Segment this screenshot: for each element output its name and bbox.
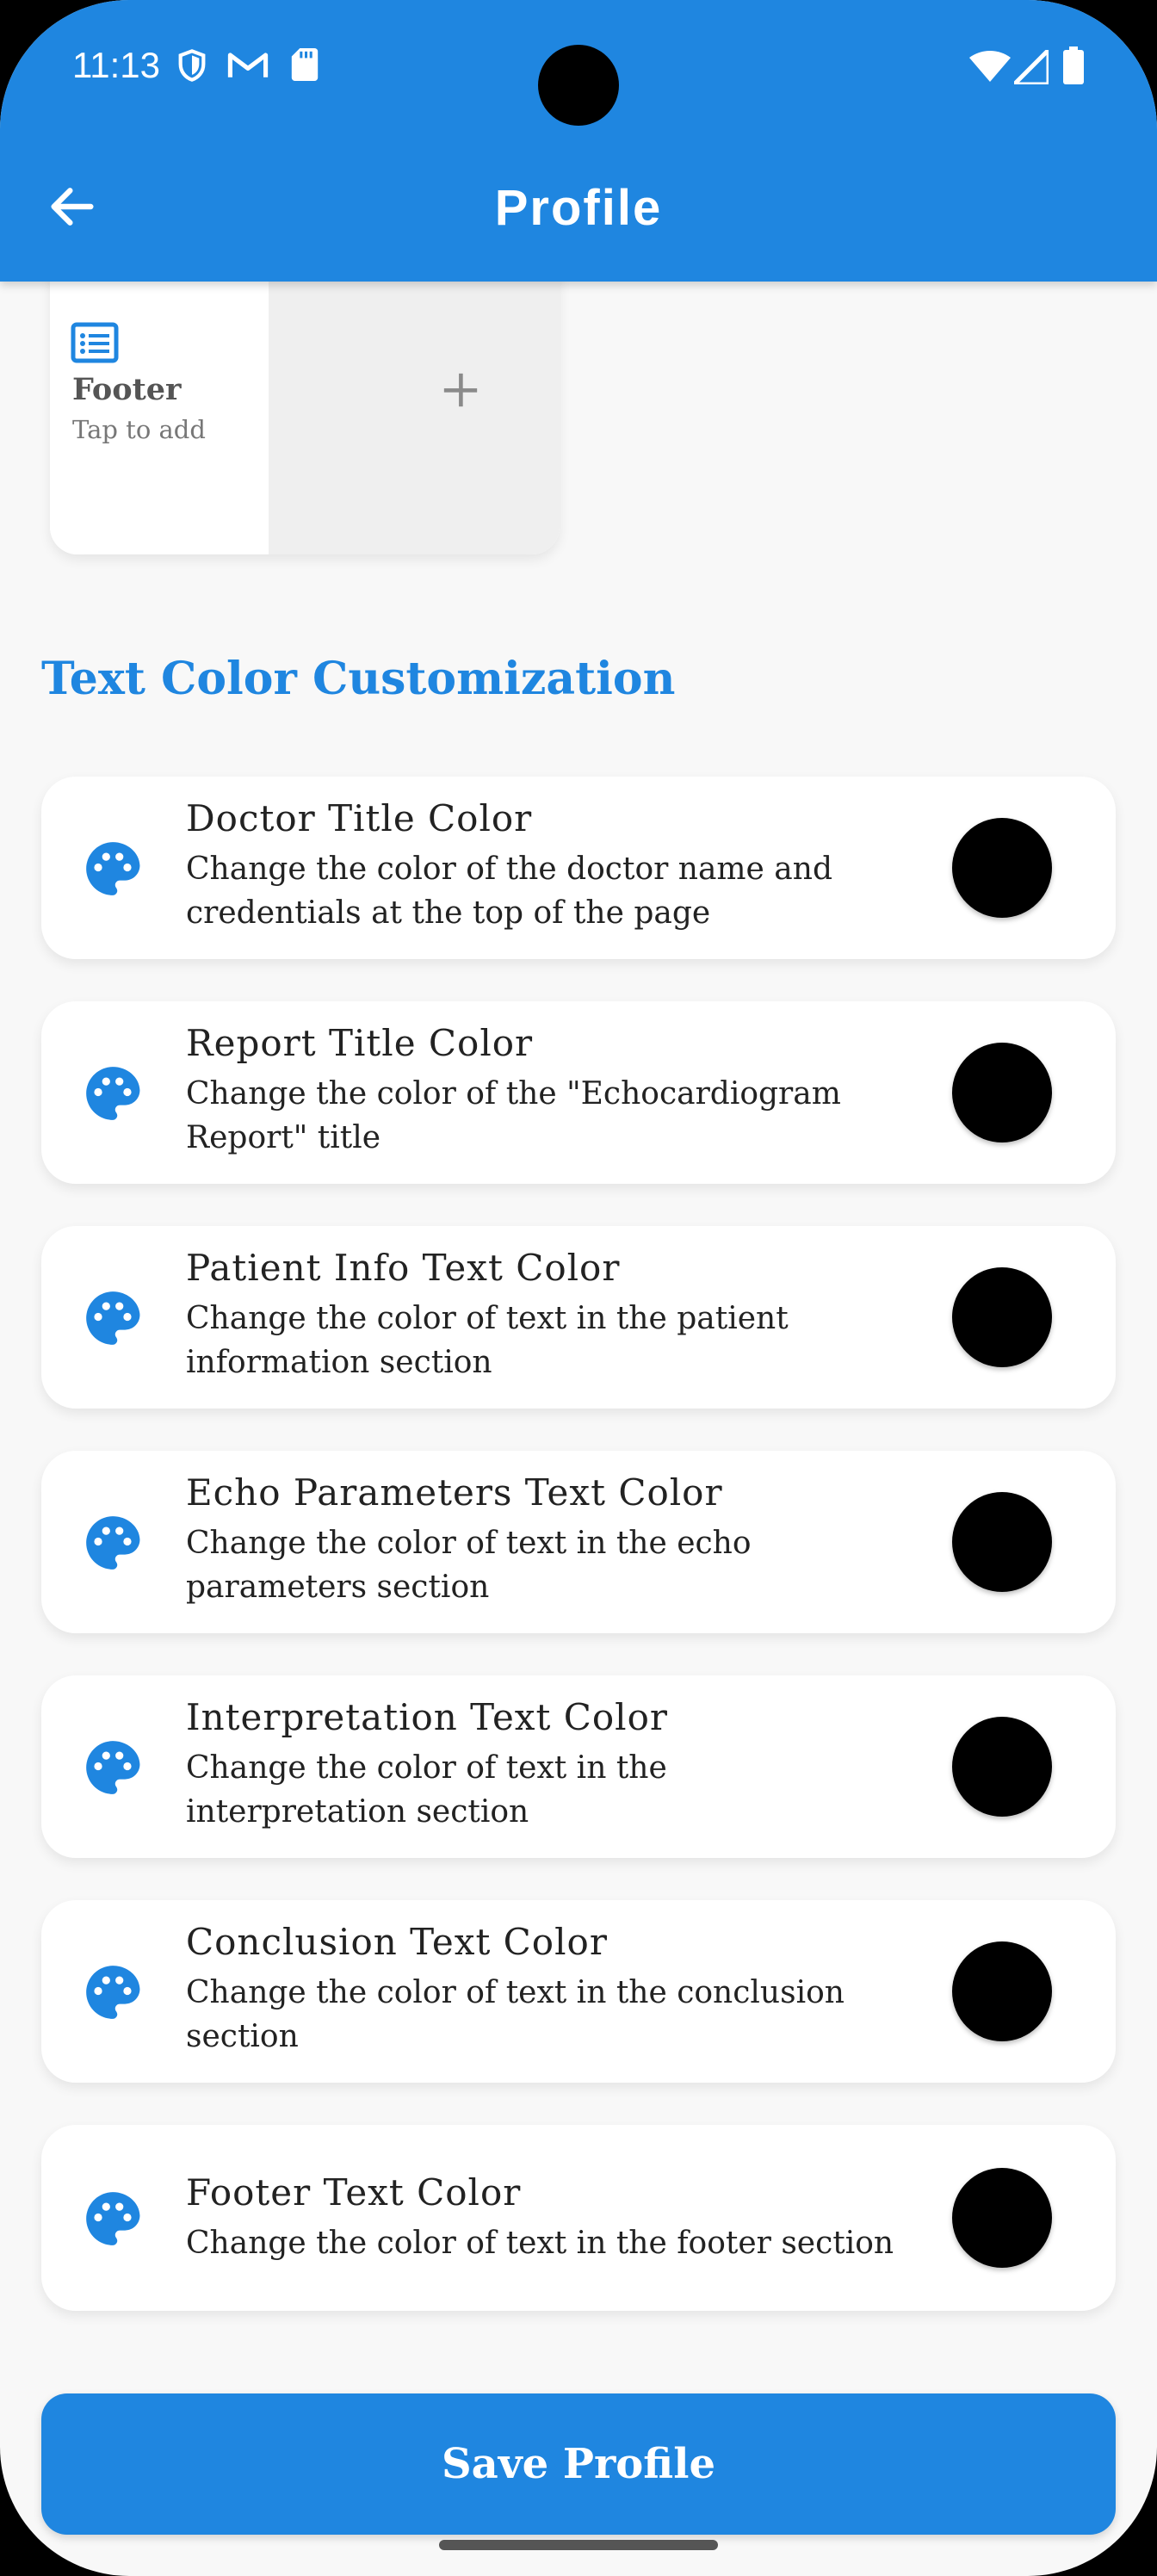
color-option-description: Change the color of text in the conclusi… xyxy=(186,1975,845,2054)
color-option-description: Change the color of text in the patient … xyxy=(186,1301,789,1380)
color-option-description: Change the color of the "Echocardiogram … xyxy=(186,1076,841,1155)
app-bar: 11:13 Profile xyxy=(0,0,1157,282)
add-image-slot[interactable] xyxy=(269,258,560,554)
color-option-description: Change the color of the doctor name and … xyxy=(186,851,832,931)
color-swatch[interactable] xyxy=(952,1717,1052,1817)
color-option-title: Echo Parameters Text Color xyxy=(186,1471,723,1514)
color-swatch[interactable] xyxy=(952,1941,1052,2041)
color-option-title: Report Title Color xyxy=(186,1022,534,1064)
shield-icon xyxy=(178,49,206,82)
footer-text-color-card[interactable]: Footer Text Color Change the color of te… xyxy=(41,2125,1116,2311)
footer-card-hint: Tap to add xyxy=(72,415,206,444)
color-swatch[interactable] xyxy=(952,1043,1052,1142)
sd-card-icon xyxy=(291,48,319,81)
wifi-icon xyxy=(969,51,1011,82)
color-option-title: Conclusion Text Color xyxy=(186,1921,608,1963)
conclusion-color-card[interactable]: Conclusion Text Color Change the color o… xyxy=(41,1900,1116,2083)
color-option-title: Doctor Title Color xyxy=(186,797,533,839)
interpretation-color-card[interactable]: Interpretation Text Color Change the col… xyxy=(41,1675,1116,1858)
color-swatch[interactable] xyxy=(952,818,1052,918)
palette-icon xyxy=(86,1291,140,1345)
report-title-color-card[interactable]: Report Title Color Change the color of t… xyxy=(41,1001,1116,1184)
echo-parameters-color-card[interactable]: Echo Parameters Text Color Change the co… xyxy=(41,1451,1116,1633)
save-profile-button[interactable]: Save Profile xyxy=(41,2393,1116,2535)
front-camera xyxy=(538,45,619,126)
doctor-title-color-card[interactable]: Doctor Title Color Change the color of t… xyxy=(41,777,1116,959)
color-option-description: Change the color of text in the footer s… xyxy=(186,2226,894,2261)
footer-card-label: Footer xyxy=(72,372,182,407)
home-indicator[interactable] xyxy=(439,2540,718,2550)
phone-screen: Footer Tap to add 11:13 Profile Text Col… xyxy=(0,0,1157,2576)
palette-icon xyxy=(86,1067,140,1120)
patient-info-color-card[interactable]: Patient Info Text Color Change the color… xyxy=(41,1226,1116,1409)
color-option-title: Patient Info Text Color xyxy=(186,1247,621,1289)
color-swatch[interactable] xyxy=(952,2168,1052,2268)
status-time: 11:13 xyxy=(72,45,160,85)
footer-slot[interactable]: Footer Tap to add xyxy=(50,258,269,554)
signal-icon xyxy=(1014,50,1049,84)
palette-icon xyxy=(86,842,140,895)
list-icon xyxy=(71,322,119,363)
footer-image-card[interactable]: Footer Tap to add xyxy=(50,258,560,554)
palette-icon xyxy=(86,1516,140,1570)
palette-icon xyxy=(86,1966,140,2019)
gmail-icon xyxy=(227,53,269,77)
color-swatch[interactable] xyxy=(952,1492,1052,1592)
section-heading: Text Color Customization xyxy=(41,653,676,705)
color-option-description: Change the color of text in the echo par… xyxy=(186,1526,752,1605)
palette-icon xyxy=(86,2192,140,2245)
color-option-description: Change the color of text in the interpre… xyxy=(186,1750,667,1830)
plus-icon xyxy=(443,373,478,407)
palette-icon xyxy=(86,1741,140,1794)
color-option-title: Interpretation Text Color xyxy=(186,1696,668,1738)
page-title: Profile xyxy=(494,180,663,236)
color-swatch[interactable] xyxy=(952,1267,1052,1367)
battery-icon xyxy=(1063,46,1084,84)
color-option-title: Footer Text Color xyxy=(186,2171,522,2214)
